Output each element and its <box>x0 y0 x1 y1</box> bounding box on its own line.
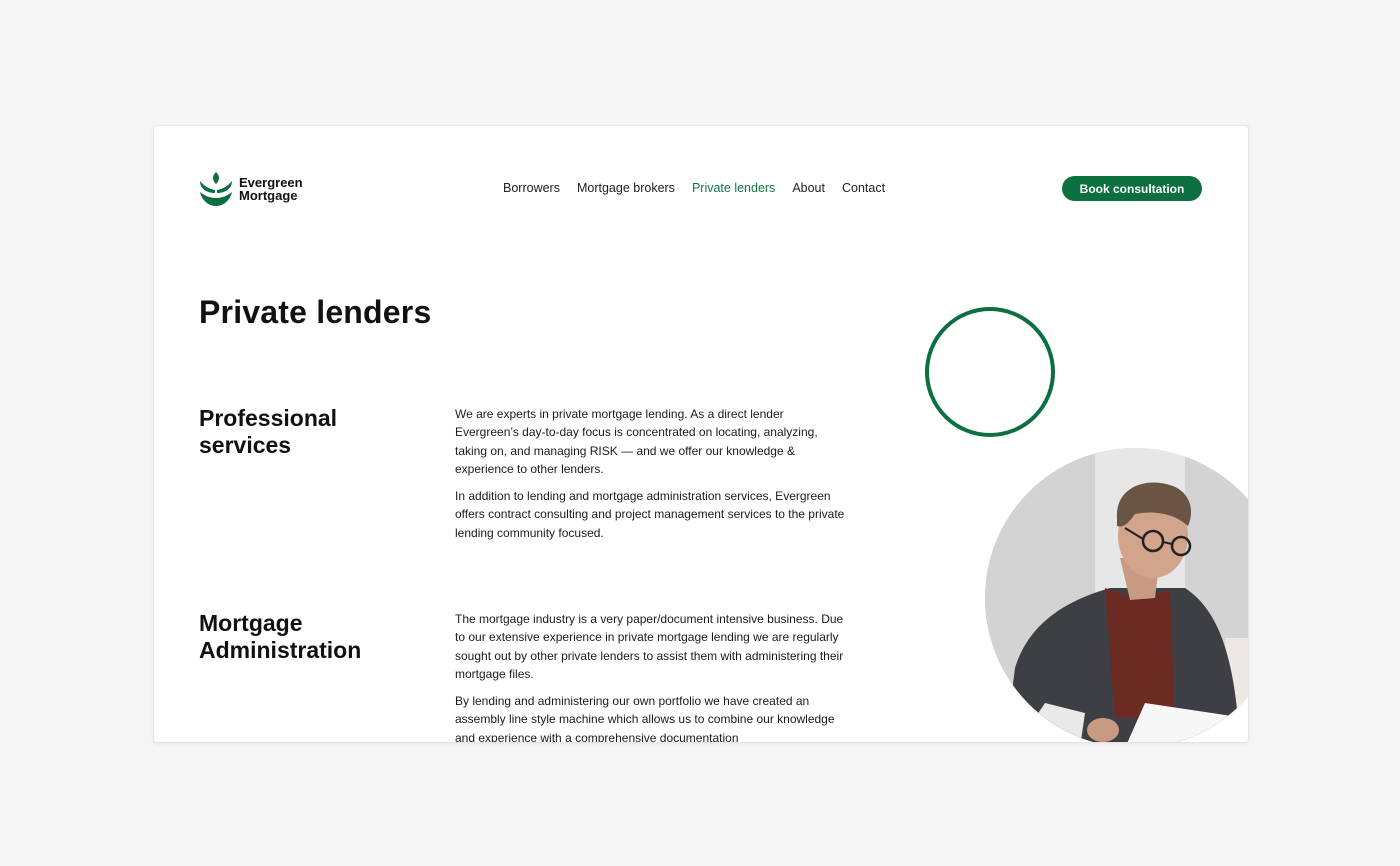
page-card: Evergreen Mortgage Borrowers Mortgage br… <box>153 125 1249 743</box>
nav-item-mortgage-brokers[interactable]: Mortgage brokers <box>577 181 675 195</box>
evergreen-leaf-icon <box>200 172 232 206</box>
page-title: Private lenders <box>199 294 432 330</box>
brand-name: Evergreen Mortgage <box>239 176 303 202</box>
section-title-professional-services: Professional services <box>199 405 338 458</box>
paragraph: The mortgage industry is a very paper/do… <box>455 612 844 681</box>
paragraph: By lending and administering our own por… <box>455 694 835 743</box>
paragraph: In addition to lending and mortgage admi… <box>455 489 845 540</box>
section-body-mortgage-administration: The mortgage industry is a very paper/do… <box>455 610 850 743</box>
man-reading-documents-photo <box>985 448 1248 742</box>
section-title-mortgage-administration: Mortgage Administration <box>199 610 362 663</box>
nav-item-contact[interactable]: Contact <box>842 181 885 195</box>
section-body-professional-services: We are experts in private mortgage lendi… <box>455 405 850 551</box>
nav-item-borrowers[interactable]: Borrowers <box>503 181 560 195</box>
nav-item-about[interactable]: About <box>792 181 825 195</box>
main-nav: Borrowers Mortgage brokers Private lende… <box>503 181 902 195</box>
brand-logo[interactable]: Evergreen Mortgage <box>199 171 303 207</box>
book-consultation-button[interactable]: Book consultation <box>1062 176 1202 201</box>
paragraph: We are experts in private mortgage lendi… <box>455 407 818 476</box>
nav-item-private-lenders[interactable]: Private lenders <box>692 181 775 195</box>
brand-name-line2: Mortgage <box>239 188 298 203</box>
circle-outline-icon <box>925 307 1055 437</box>
